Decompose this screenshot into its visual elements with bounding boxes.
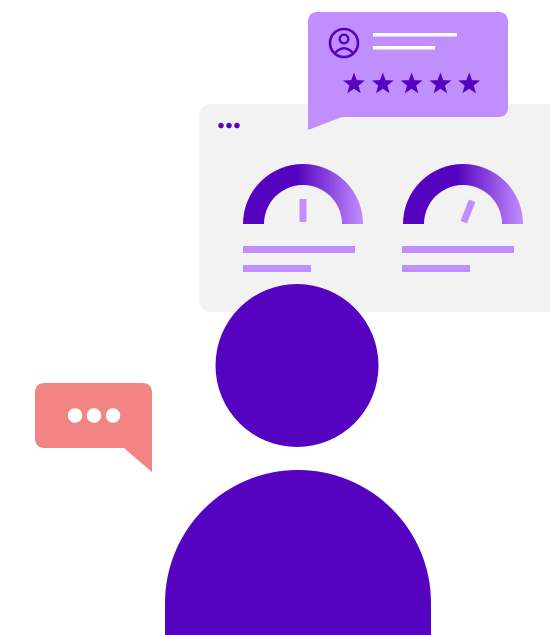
user-silhouette-icon bbox=[165, 284, 431, 635]
more-dots-icon[interactable] bbox=[218, 122, 240, 129]
person-head bbox=[215, 284, 379, 447]
chat-bubble bbox=[35, 383, 152, 472]
dashboard-card bbox=[199, 104, 550, 312]
person-body bbox=[165, 470, 431, 635]
reviewer-name-line bbox=[373, 33, 457, 37]
reviewer-detail-line bbox=[373, 46, 435, 50]
feedback-illustration bbox=[35, 12, 550, 635]
chat-bubble-shape bbox=[35, 383, 152, 472]
review-bubble bbox=[308, 12, 508, 130]
typing-dots-icon bbox=[67, 408, 121, 423]
